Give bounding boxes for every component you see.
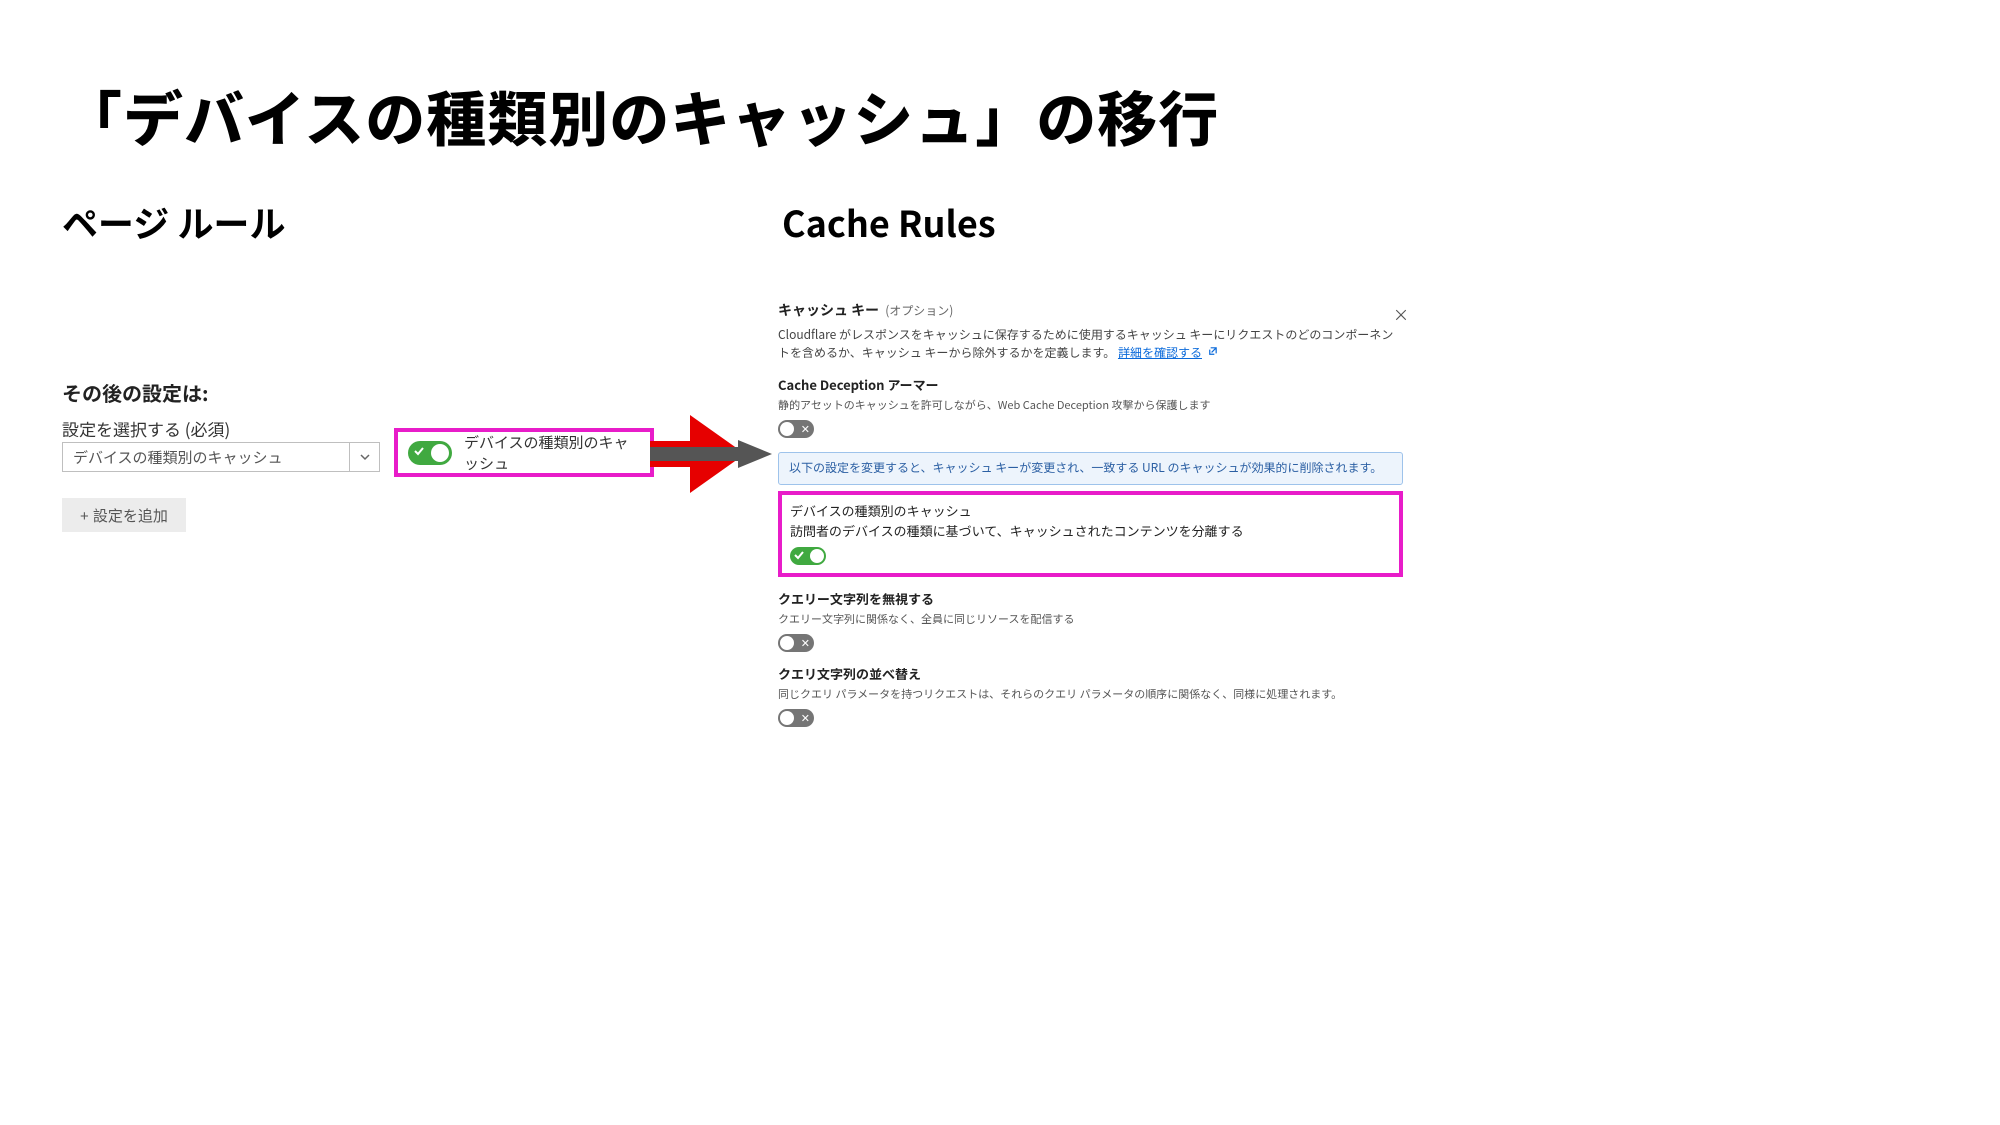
cache-deception-toggle[interactable]: ✕: [778, 420, 814, 438]
chevron-down-icon: [360, 452, 370, 462]
device-cache-toggle-right[interactable]: [790, 547, 826, 565]
select-setting-label: 設定を選択する (必須): [62, 416, 230, 441]
after-settings-label: その後の設定は:: [62, 378, 209, 407]
left-column-heading: ページ ルール: [62, 196, 285, 248]
cache-deception-title: Cache Deception アーマー: [778, 375, 1403, 395]
device-cache-title: デバイスの種類別のキャッシュ: [790, 501, 1391, 521]
setting-select-caret[interactable]: [349, 443, 379, 471]
ignore-qs-toggle[interactable]: ✕: [778, 634, 814, 652]
cache-key-optional: (オプション): [885, 302, 953, 321]
cache-rules-panel: キャッシュ キー (オプション) Cloudflare がレスポンスをキャッシュ…: [778, 300, 1403, 727]
external-link-icon: [1207, 344, 1218, 363]
device-cache-highlight: デバイスの種類別のキャッシュ 訪問者のデバイスの種類に基づいて、キャッシュされた…: [778, 491, 1403, 577]
right-column-heading: Cache Rules: [782, 196, 996, 248]
sort-qs-toggle[interactable]: ✕: [778, 709, 814, 727]
x-icon: ✕: [801, 422, 810, 436]
ignore-qs-title: クエリー文字列を無視する: [778, 589, 1403, 609]
setting-select-value: デバイスの種類別のキャッシュ: [63, 443, 349, 471]
sort-qs-title: クエリ文字列の並べ替え: [778, 664, 1403, 684]
device-cache-toggle-left[interactable]: [408, 441, 452, 465]
device-cache-desc: 訪問者のデバイスの種類に基づいて、キャッシュされたコンテンツを分離する: [790, 521, 1391, 541]
cache-key-title: キャッシュ キー: [778, 300, 879, 322]
x-icon: ✕: [801, 711, 810, 725]
ignore-qs-section: クエリー文字列を無視する クエリー文字列に関係なく、全員に同じリソースを配信する…: [778, 589, 1403, 652]
cache-key-change-notice: 以下の設定を変更すると、キャッシュ キーが変更され、一致する URL のキャッシ…: [778, 452, 1403, 485]
ignore-qs-desc: クエリー文字列に関係なく、全員に同じリソースを配信する: [778, 611, 1403, 628]
details-link[interactable]: 詳細を確認する: [1118, 344, 1202, 361]
cache-deception-desc: 静的アセットのキャッシュを許可しながら、Web Cache Deception …: [778, 397, 1403, 414]
x-icon: ✕: [801, 636, 810, 650]
migration-arrow: [650, 405, 780, 503]
device-cache-toggle-card: デバイスの種類別のキャッシュ: [394, 428, 654, 477]
slide-title: 「デバイスの種類別のキャッシュ」の移行: [62, 72, 1219, 159]
cache-deception-section: Cache Deception アーマー 静的アセットのキャッシュを許可しながら…: [778, 375, 1403, 438]
device-cache-toggle-label: デバイスの種類別のキャッシュ: [464, 432, 640, 474]
sort-qs-section: クエリ文字列の並べ替え 同じクエリ パラメータを持つリクエストは、それらのクエリ…: [778, 664, 1403, 727]
check-icon: [794, 550, 804, 560]
setting-select[interactable]: デバイスの種類別のキャッシュ: [62, 442, 380, 472]
cache-key-desc: Cloudflare がレスポンスをキャッシュに保存するために使用するキャッシュ…: [778, 326, 1403, 363]
sort-qs-desc: 同じクエリ パラメータを持つリクエストは、それらのクエリ パラメータの順序に関係…: [778, 686, 1403, 703]
add-setting-button[interactable]: + 設定を追加: [62, 498, 186, 532]
check-icon: [413, 445, 425, 457]
